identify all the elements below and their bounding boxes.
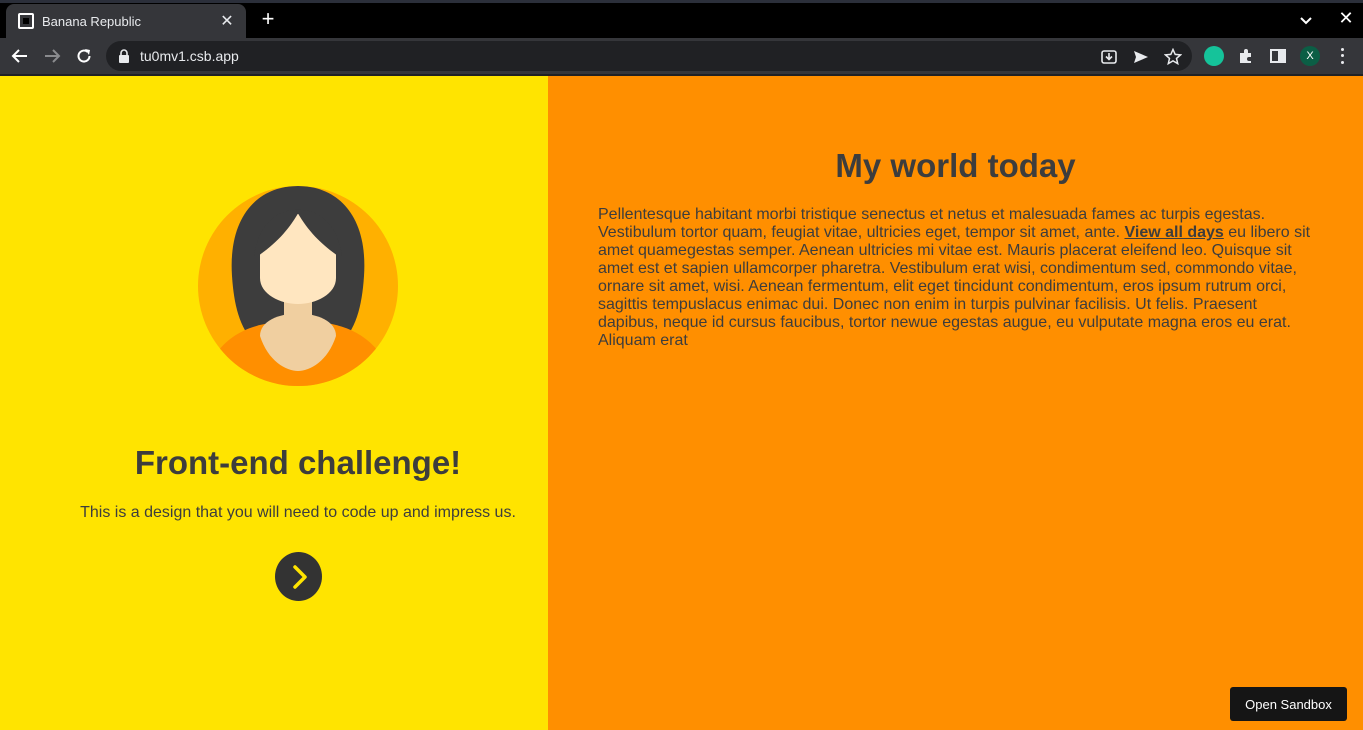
side-panel-icon[interactable] [1268,46,1288,66]
body-text-end: eu libero sit amet quamegestas semper. A… [598,224,1311,349]
profile-avatar[interactable]: X [1300,46,1320,66]
install-app-icon[interactable] [1100,48,1118,66]
open-sandbox-button[interactable]: Open Sandbox [1230,687,1347,721]
view-all-days-link[interactable]: View all days [1124,224,1223,241]
tab-strip: Banana Republic ✕ + ✕ [0,0,1363,38]
section-title: My world today [835,147,1076,184]
browser-tab[interactable]: Banana Republic ✕ [6,4,246,38]
next-arrow-button[interactable] [275,552,322,601]
bookmark-star-icon[interactable] [1164,48,1182,66]
new-tab-button[interactable]: + [256,8,280,32]
codesandbox-favicon-icon [18,13,34,29]
back-arrow-icon[interactable] [8,44,32,68]
forward-arrow-icon[interactable] [40,44,64,68]
tab-close-icon[interactable]: ✕ [218,11,236,31]
woman-avatar-illustration [198,186,398,386]
send-icon[interactable] [1132,48,1150,66]
window-close-button[interactable]: ✕ [1336,8,1356,30]
address-bar[interactable]: tu0mv1.csb.app [106,41,1192,71]
tab-title: Banana Republic [42,13,142,29]
challenge-heading: Front-end challenge! [134,444,462,481]
challenge-subtitle: This is a design that you will need to c… [80,504,516,521]
left-panel: Front-end challenge! This is a design th… [0,76,548,730]
browser-menu-icon[interactable] [1334,46,1350,66]
right-panel: My world today Pellentesque habitant mor… [548,76,1363,730]
lock-icon [119,49,129,63]
reload-icon[interactable] [72,44,96,68]
chevron-right-icon [292,564,307,589]
extensions-puzzle-icon[interactable] [1236,46,1256,66]
tab-search-chevron-down-icon[interactable] [1296,10,1316,30]
grammarly-extension-icon[interactable] [1204,46,1224,66]
body-paragraph: Pellentesque habitant morbi tristique se… [598,206,1318,350]
browser-toolbar: tu0mv1.csb.app X [0,38,1363,74]
tab-strip-top-line [0,0,1363,3]
url-text: tu0mv1.csb.app [140,48,239,64]
